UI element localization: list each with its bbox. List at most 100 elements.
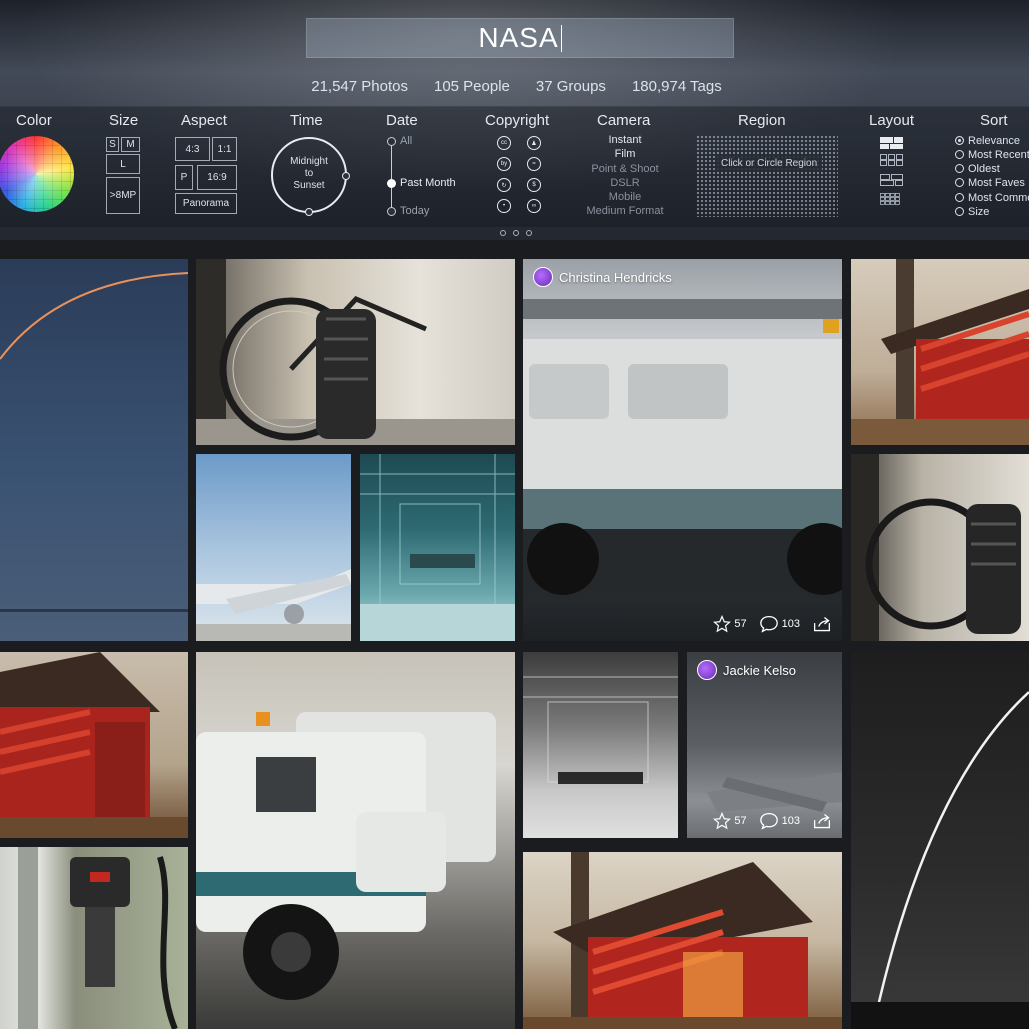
camera-option-dslr[interactable]: DSLR <box>560 177 690 189</box>
pager-dot-3[interactable] <box>526 230 532 236</box>
stat-groups[interactable]: 37 Groups <box>532 78 606 95</box>
photo-bicycle-right[interactable] <box>851 454 1029 641</box>
aspect-portrait-option[interactable]: P <box>175 165 193 190</box>
time-range-text: Midnight to Sunset <box>271 156 347 192</box>
launch-trail-graphic <box>851 691 1029 1029</box>
photo-plane-jackie[interactable]: Jackie Kelso 57 103 <box>687 652 842 838</box>
photo-office-gray[interactable] <box>523 652 678 838</box>
bicycle-graphic <box>851 454 1021 641</box>
photo-glass-office[interactable] <box>360 454 515 641</box>
stat-photos[interactable]: 21,547 Photos <box>307 78 408 95</box>
share-button[interactable] <box>812 812 832 830</box>
time-dial-handle-start[interactable] <box>305 208 313 216</box>
sort-option-most-comments[interactable]: Most Comments <box>955 192 1029 204</box>
attribution-icon[interactable]: ♟ <box>527 136 541 150</box>
photo-robot[interactable] <box>0 847 188 1029</box>
size-s-option[interactable]: S <box>106 137 119 152</box>
text-caret <box>560 24 562 52</box>
aspect-1-1-option[interactable]: 1:1 <box>212 137 237 161</box>
fave-button[interactable]: 57 <box>713 615 747 633</box>
avatar[interactable] <box>697 660 717 680</box>
filter-label-date: Date <box>386 112 418 129</box>
date-all-stop[interactable] <box>387 137 396 146</box>
pager-dot-2[interactable] <box>513 230 519 236</box>
layout-mosaic-icon[interactable] <box>880 137 903 149</box>
filter-label-sort: Sort <box>980 112 1008 129</box>
size-8mp-option[interactable]: >8MP <box>106 177 140 214</box>
camera-option-point-shoot[interactable]: Point & Shoot <box>560 163 690 175</box>
photo-rocket-launch[interactable] <box>0 259 188 641</box>
region-world-map[interactable] <box>696 135 838 217</box>
size-l-option[interactable]: L <box>106 154 140 174</box>
glass-room-graphic <box>360 454 515 641</box>
share-icon <box>813 813 831 829</box>
camera-option-film[interactable]: Film <box>560 148 690 160</box>
photo-author[interactable]: Christina Hendricks <box>533 267 672 287</box>
filter-pager <box>500 230 532 236</box>
date-option-past-month[interactable]: Past Month <box>400 177 456 189</box>
sort-option-size[interactable]: Size <box>955 206 989 218</box>
sort-option-most-recent[interactable]: Most Recent <box>955 149 1029 161</box>
fave-button[interactable]: 57 <box>713 812 747 830</box>
date-option-today[interactable]: Today <box>400 205 429 217</box>
layout-small-grid-icon[interactable] <box>880 193 903 205</box>
share-button[interactable] <box>812 615 832 633</box>
filter-label-layout: Layout <box>869 112 915 129</box>
share-alike-icon[interactable]: ↻ <box>497 178 511 192</box>
comment-button[interactable]: 103 <box>759 812 800 830</box>
search-query: NASA <box>478 22 559 53</box>
camera-option-medium-format[interactable]: Medium Format <box>560 205 690 217</box>
cc-icon[interactable]: cc <box>497 136 511 150</box>
search-input[interactable]: NASA <box>306 18 734 58</box>
no-derivatives-icon[interactable]: = <box>527 157 541 171</box>
date-today-stop[interactable] <box>387 207 396 216</box>
photo-launch-bw[interactable] <box>851 652 1029 1029</box>
fave-count: 57 <box>734 618 747 630</box>
size-m-option[interactable]: M <box>121 137 140 152</box>
stat-people[interactable]: 105 People <box>430 78 510 95</box>
photo-bicycle-backpack[interactable] <box>196 259 515 445</box>
date-slider-track[interactable] <box>391 142 392 212</box>
date-slider-handle[interactable] <box>387 179 396 188</box>
aspect-16-9-option[interactable]: 16:9 <box>197 165 237 190</box>
photo-actions: 57 103 <box>713 615 832 633</box>
date-option-all[interactable]: All <box>400 135 412 147</box>
photo-red-cabin-large[interactable] <box>523 852 842 1029</box>
filter-label-time: Time <box>290 112 323 129</box>
public-domain-icon[interactable]: ∞ <box>527 199 541 213</box>
van-graphic <box>523 299 842 599</box>
airplane-graphic <box>196 569 351 641</box>
comment-button[interactable]: 103 <box>759 615 800 633</box>
layout-justified-icon[interactable] <box>880 174 903 186</box>
search-header: NASA 21,547 Photos 105 People 37 Groups … <box>0 0 1029 240</box>
sort-option-relevance[interactable]: Relevance <box>955 135 1020 147</box>
person-icon[interactable]: • <box>497 199 511 213</box>
cabin-graphic <box>851 259 1029 445</box>
pager-dot-1[interactable] <box>500 230 506 236</box>
by-icon[interactable]: by <box>497 157 511 171</box>
aspect-panorama-option[interactable]: Panorama <box>175 193 237 214</box>
layout-grid-icon[interactable] <box>880 154 903 166</box>
share-icon <box>813 616 831 632</box>
photo-author[interactable]: Jackie Kelso <box>697 660 796 680</box>
office-graphic <box>523 676 678 784</box>
time-line-1: Midnight <box>290 156 328 167</box>
photo-white-van-christina[interactable]: Christina Hendricks 57 103 <box>523 259 842 641</box>
photo-red-cabin-left[interactable] <box>0 652 188 838</box>
sort-option-oldest[interactable]: Oldest <box>955 163 1000 175</box>
aspect-4-3-option[interactable]: 4:3 <box>175 137 210 161</box>
avatar[interactable] <box>533 267 553 287</box>
photo-red-cabin[interactable] <box>851 259 1029 445</box>
author-name: Jackie Kelso <box>723 662 796 678</box>
camera-option-mobile[interactable]: Mobile <box>560 191 690 203</box>
camera-option-instant[interactable]: Instant <box>560 134 690 146</box>
non-commercial-icon[interactable]: $ <box>527 178 541 192</box>
time-line-2: to <box>304 168 314 179</box>
photo-airplane-sky[interactable] <box>196 454 351 641</box>
fave-count: 57 <box>734 815 747 827</box>
color-picker[interactable] <box>0 136 74 212</box>
filter-label-aspect: Aspect <box>181 112 227 129</box>
sort-option-most-faves[interactable]: Most Faves <box>955 177 1025 189</box>
photo-white-trucks[interactable] <box>196 652 515 1029</box>
stat-tags[interactable]: 180,974 Tags <box>628 78 722 95</box>
